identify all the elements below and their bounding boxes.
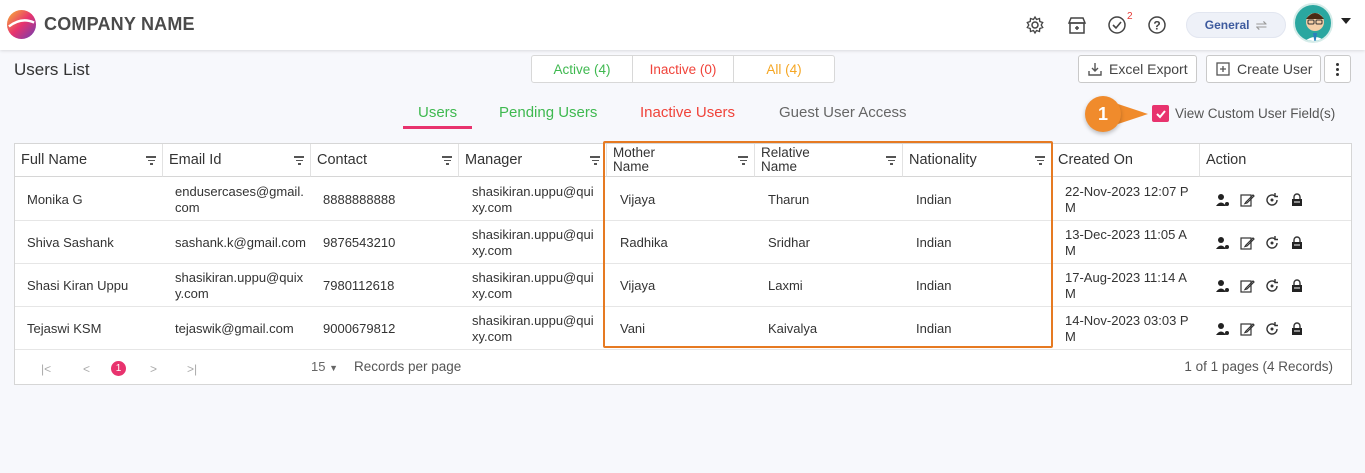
- manager-cell: shasikiran.uppu@quixy.com: [472, 312, 594, 344]
- dropdown-arrow-icon: ▼: [329, 363, 339, 373]
- manager-cell: shasikiran.uppu@quixy.com: [472, 183, 594, 215]
- filter-icon[interactable]: [146, 156, 156, 167]
- top-bar: COMPANY NAME 2 ? General ⇌: [0, 0, 1365, 50]
- company-logo[interactable]: [6, 9, 37, 40]
- contact-cell: 8888888888: [323, 191, 396, 207]
- manager-cell: shasikiran.uppu@quixy.com: [472, 269, 594, 301]
- edit-icon[interactable]: [1239, 321, 1255, 337]
- page-size-select[interactable]: 15 ▼: [311, 359, 338, 374]
- download-icon: [1088, 63, 1102, 76]
- filter-icon[interactable]: [442, 156, 452, 167]
- tasks-check-icon[interactable]: [1106, 14, 1128, 36]
- more-options-button[interactable]: [1324, 55, 1351, 83]
- row-actions: [1214, 264, 1305, 307]
- column-header-email[interactable]: Email Id: [163, 144, 311, 177]
- edit-icon[interactable]: [1239, 278, 1255, 294]
- active-tab-indicator: [403, 126, 472, 129]
- help-icon[interactable]: ?: [1146, 14, 1168, 36]
- row-actions: [1214, 178, 1305, 221]
- store-icon[interactable]: [1066, 14, 1088, 36]
- row-actions: [1214, 307, 1305, 350]
- lock-icon[interactable]: [1289, 278, 1305, 294]
- created-on-cell: 13-Dec-2023 11:05 AM: [1065, 226, 1187, 258]
- column-header-created-on[interactable]: Created On: [1052, 144, 1200, 177]
- excel-export-button[interactable]: Excel Export: [1078, 55, 1197, 83]
- create-user-button[interactable]: Create User: [1206, 55, 1322, 83]
- prev-page-button[interactable]: <: [83, 362, 90, 376]
- workspace-label: General: [1204, 18, 1250, 32]
- full-name-cell: Tejaswi KSM: [27, 320, 102, 336]
- notification-badge: 2: [1127, 11, 1133, 22]
- last-page-button[interactable]: >|: [187, 362, 197, 376]
- email-cell: endusercases@gmail.com: [175, 183, 304, 215]
- tab-pending-users[interactable]: Pending Users: [499, 104, 597, 121]
- filter-inactive[interactable]: Inactive (0): [633, 56, 734, 82]
- first-page-button[interactable]: |<: [41, 362, 51, 376]
- user-settings-icon[interactable]: [1214, 321, 1230, 337]
- pagination-info: 1 of 1 pages (4 Records): [1184, 359, 1333, 374]
- lock-icon[interactable]: [1289, 235, 1305, 251]
- svg-text:?: ?: [1153, 19, 1160, 33]
- swap-icon: ⇌: [1255, 16, 1268, 33]
- filter-all[interactable]: All (4): [734, 56, 834, 82]
- custom-fields-label: View Custom User Field(s): [1175, 106, 1336, 121]
- next-page-button[interactable]: >: [150, 362, 157, 376]
- column-header-action: Action: [1200, 144, 1351, 177]
- user-settings-icon[interactable]: [1214, 278, 1230, 294]
- contact-cell: 7980112618: [323, 277, 395, 293]
- column-header-contact[interactable]: Contact: [311, 144, 459, 177]
- full-name-cell: Monika G: [27, 191, 83, 207]
- user-settings-icon[interactable]: [1214, 192, 1230, 208]
- created-on-cell: 22-Nov-2023 12:07 PM: [1065, 183, 1189, 215]
- status-filter: Active (4) Inactive (0) All (4): [531, 55, 835, 83]
- column-header-full-name[interactable]: Full Name: [15, 144, 163, 177]
- contact-cell: 9876543210: [323, 234, 396, 250]
- workspace-switcher[interactable]: General ⇌: [1186, 12, 1286, 38]
- plus-square-icon: [1216, 62, 1230, 76]
- created-on-cell: 14-Nov-2023 03:03 PM: [1065, 312, 1189, 344]
- row-actions: [1214, 221, 1305, 264]
- email-cell: tejaswik@gmail.com: [175, 320, 294, 336]
- step-callout: 1: [1085, 96, 1121, 132]
- excel-export-label: Excel Export: [1109, 61, 1188, 77]
- email-cell: sashank.k@gmail.com: [175, 234, 306, 250]
- column-header-manager[interactable]: Manager: [459, 144, 607, 177]
- pagination-bar: |< < 1 > >| 15 ▼ Records per page 1 of 1…: [15, 350, 1351, 385]
- contact-cell: 9000679812: [323, 320, 396, 336]
- custom-fields-highlight: [603, 141, 1053, 348]
- lock-icon[interactable]: [1289, 192, 1305, 208]
- current-page[interactable]: 1: [111, 361, 126, 376]
- filter-active[interactable]: Active (4): [532, 56, 633, 82]
- full-name-cell: Shasi Kiran Uppu: [27, 277, 129, 293]
- full-name-cell: Shiva Sashank: [27, 234, 114, 250]
- tab-inactive-users[interactable]: Inactive Users: [640, 104, 735, 121]
- chevron-down-icon[interactable]: [1341, 18, 1351, 24]
- checkmark-icon: [1155, 109, 1166, 118]
- email-cell: shasikiran.uppu@quixy.com: [175, 269, 304, 301]
- tab-guest-user-access[interactable]: Guest User Access: [779, 104, 907, 121]
- reset-icon[interactable]: [1264, 321, 1280, 337]
- edit-icon[interactable]: [1239, 192, 1255, 208]
- brand-name: COMPANY NAME: [44, 14, 195, 34]
- settings-icon[interactable]: [1024, 14, 1046, 36]
- reset-icon[interactable]: [1264, 235, 1280, 251]
- callout-pointer: [1118, 104, 1148, 124]
- edit-icon[interactable]: [1239, 235, 1255, 251]
- created-on-cell: 17-Aug-2023 11:14 AM: [1065, 269, 1187, 301]
- reset-icon[interactable]: [1264, 192, 1280, 208]
- page-title: Users List: [14, 60, 90, 79]
- filter-icon[interactable]: [590, 156, 600, 167]
- tab-users[interactable]: Users: [418, 104, 457, 121]
- manager-cell: shasikiran.uppu@quixy.com: [472, 226, 594, 258]
- filter-icon[interactable]: [294, 156, 304, 167]
- records-per-page-label: Records per page: [354, 359, 462, 374]
- create-user-label: Create User: [1237, 61, 1313, 77]
- custom-fields-checkbox[interactable]: [1152, 105, 1169, 122]
- reset-icon[interactable]: [1264, 278, 1280, 294]
- lock-icon[interactable]: [1289, 321, 1305, 337]
- user-settings-icon[interactable]: [1214, 235, 1230, 251]
- avatar[interactable]: [1293, 3, 1333, 43]
